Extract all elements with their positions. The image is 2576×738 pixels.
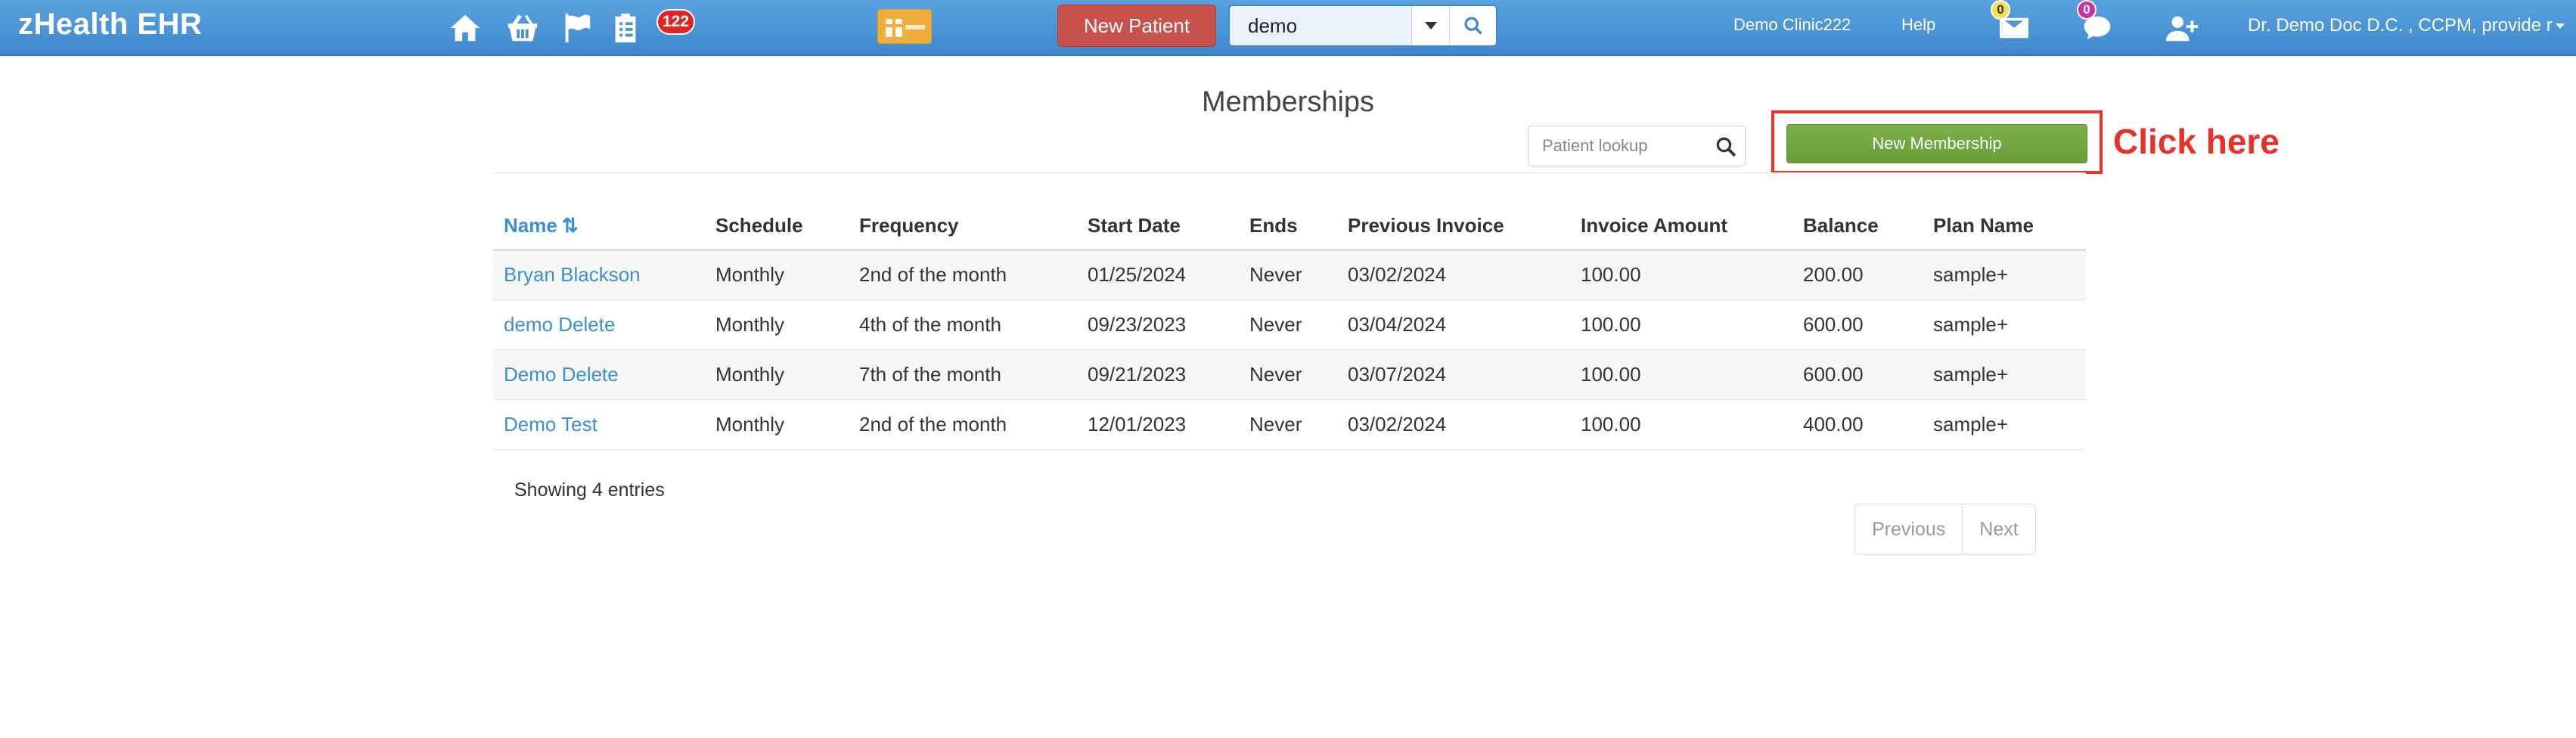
start-date-cell: 09/23/2023 [1077, 299, 1239, 350]
plan-name-cell: sample+ [1923, 250, 2086, 300]
gift-card-button[interactable] [877, 9, 932, 44]
table-row[interactable]: demo Delete Monthly 4th of the month 09/… [493, 299, 2086, 350]
schedule-cell: Monthly [705, 399, 849, 450]
clipboard-icon[interactable] [608, 11, 643, 45]
patient-name-link[interactable]: demo Delete [493, 299, 705, 350]
column-header-frequency[interactable]: Frequency [849, 203, 1077, 251]
basket-icon[interactable] [505, 11, 540, 45]
search-icon[interactable] [1715, 135, 1737, 158]
pagination: Previous Next [1854, 504, 2036, 555]
frequency-cell: 7th of the month [849, 349, 1077, 400]
top-navbar: zHealth EHR 122 New Patient Demo Clinic2… [0, 0, 2576, 56]
chevron-down-icon [2555, 23, 2565, 29]
search-icon [1464, 17, 1482, 35]
previous-invoice-cell: 03/02/2024 [1337, 399, 1570, 450]
invoice-amount-cell: 100.00 [1570, 299, 1792, 350]
sort-icon[interactable]: ⇅ [562, 214, 579, 237]
callout-text: Click here [2113, 122, 2280, 161]
previous-page-button[interactable]: Previous [1855, 504, 1963, 554]
schedule-cell: Monthly [705, 299, 849, 350]
search-button[interactable] [1449, 6, 1496, 45]
patient-name-link[interactable]: Demo Test [493, 399, 705, 450]
gift-icon [886, 19, 925, 37]
ends-cell: Never [1239, 250, 1337, 300]
patient-name-link[interactable]: Demo Delete [493, 349, 705, 400]
invoice-amount-cell: 100.00 [1570, 349, 1792, 400]
next-page-button[interactable]: Next [1963, 504, 2035, 554]
page-title: Memberships [1201, 86, 1375, 118]
add-user-icon[interactable] [2165, 11, 2199, 45]
column-header-schedule[interactable]: Schedule [705, 203, 849, 251]
brand-logo[interactable]: zHealth EHR [18, 8, 202, 42]
balance-cell: 600.00 [1792, 299, 1923, 350]
frequency-cell: 2nd of the month [849, 250, 1077, 300]
mail-count-badge: 0 [1991, 0, 2010, 20]
table-row[interactable]: Demo Test Monthly 2nd of the month 12/01… [493, 399, 2086, 450]
start-date-cell: 12/01/2023 [1077, 399, 1239, 450]
start-date-cell: 01/25/2024 [1077, 250, 1239, 300]
column-header-start-date[interactable]: Start Date [1077, 203, 1239, 251]
plan-name-cell: sample+ [1923, 399, 2086, 450]
new-patient-button[interactable]: New Patient [1057, 5, 1216, 47]
schedule-cell: Monthly [705, 250, 849, 300]
plan-name-cell: sample+ [1923, 299, 2086, 350]
column-header-invoice-amount[interactable]: Invoice Amount [1570, 203, 1792, 251]
table-row[interactable]: Bryan Blackson Monthly 2nd of the month … [493, 250, 2086, 300]
new-membership-button[interactable]: New Membership [1786, 124, 2087, 163]
invoice-amount-cell: 100.00 [1570, 399, 1792, 450]
global-search [1228, 5, 1497, 47]
column-header-name[interactable]: Name ⇅ [493, 203, 705, 251]
column-header-previous-invoice[interactable]: Previous Invoice [1337, 203, 1570, 251]
memberships-table: Name ⇅ Schedule Frequency Start Date Ends… [493, 203, 2086, 450]
chat-count-badge: 0 [2077, 0, 2096, 20]
table-row[interactable]: Demo Delete Monthly 7th of the month 09/… [493, 349, 2086, 400]
column-header-plan-name[interactable]: Plan Name [1923, 203, 2086, 251]
user-menu[interactable]: Dr. Demo Doc D.C. , CCPM, provide r [2248, 15, 2565, 36]
frequency-cell: 4th of the month [849, 299, 1077, 350]
patient-name-link[interactable]: Bryan Blackson [493, 250, 705, 300]
flag-icon[interactable] [560, 11, 594, 45]
patient-lookup-input[interactable] [1529, 126, 1707, 166]
clinic-selector[interactable]: Demo Clinic222 [1733, 15, 1851, 35]
help-link[interactable]: Help [1901, 15, 1935, 35]
start-date-cell: 09/21/2023 [1077, 349, 1239, 400]
balance-cell: 400.00 [1792, 399, 1923, 450]
home-icon[interactable] [448, 11, 483, 45]
plan-name-cell: sample+ [1923, 349, 2086, 400]
ends-cell: Never [1239, 399, 1337, 450]
balance-cell: 200.00 [1792, 250, 1923, 300]
previous-invoice-cell: 03/07/2024 [1337, 349, 1570, 400]
balance-cell: 600.00 [1792, 349, 1923, 400]
schedule-cell: Monthly [705, 349, 849, 400]
ends-cell: Never [1239, 299, 1337, 350]
user-name: Dr. Demo Doc D.C. , CCPM, provide r [2248, 15, 2553, 36]
notification-count-badge[interactable]: 122 [656, 9, 696, 35]
column-header-ends[interactable]: Ends [1239, 203, 1337, 251]
search-filter-dropdown[interactable] [1411, 6, 1449, 45]
search-input[interactable] [1230, 6, 1411, 45]
invoice-amount-cell: 100.00 [1570, 250, 1792, 300]
frequency-cell: 2nd of the month [849, 399, 1077, 450]
column-header-balance[interactable]: Balance [1792, 203, 1923, 251]
previous-invoice-cell: 03/02/2024 [1337, 250, 1570, 300]
previous-invoice-cell: 03/04/2024 [1337, 299, 1570, 350]
ends-cell: Never [1239, 349, 1337, 400]
table-header-row: Name ⇅ Schedule Frequency Start Date Ends… [493, 203, 2086, 251]
header-divider [493, 172, 2086, 174]
entries-info: Showing 4 entries [514, 479, 665, 501]
patient-lookup [1528, 126, 1746, 166]
